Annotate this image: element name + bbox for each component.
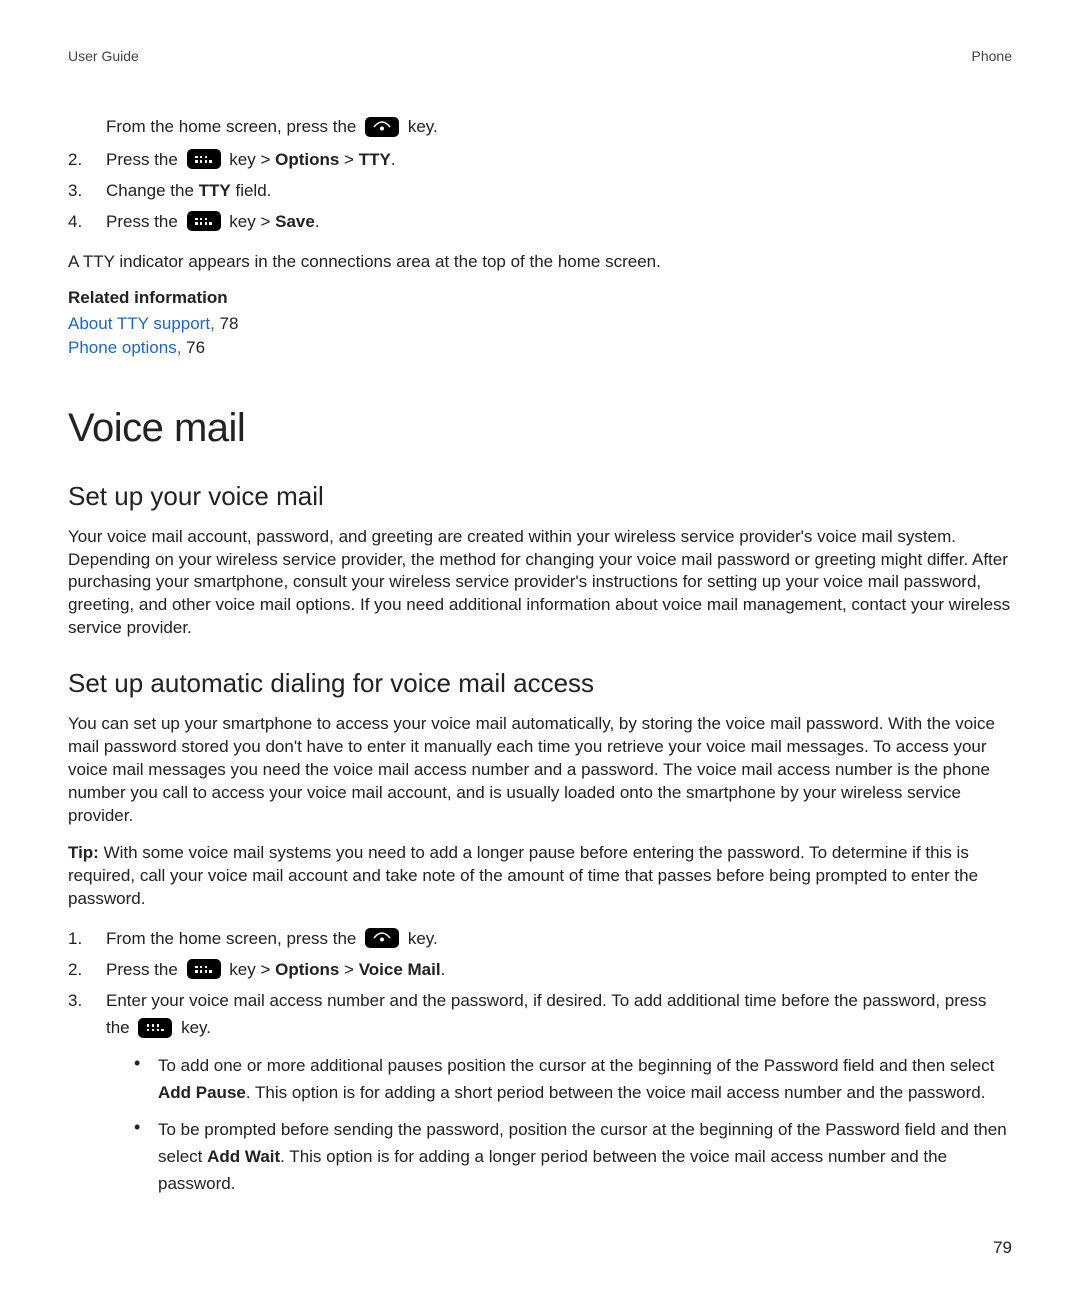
menu-key-icon <box>138 1018 172 1038</box>
auto-dial-steps: 1. From the home screen, press the key. … <box>68 925 1012 1208</box>
auto-step-2: 2. Press the key > Options > Voice Mail. <box>68 956 1012 983</box>
page-number: 79 <box>993 1238 1012 1258</box>
menu-key-icon <box>187 211 221 231</box>
tty-indicator-para: A TTY indicator appears in the connectio… <box>68 251 1012 274</box>
call-key-icon <box>365 928 399 948</box>
auto-step-3: 3. Enter your voice mail access number a… <box>68 987 1012 1207</box>
header-right: Phone <box>972 48 1012 64</box>
page-header: User Guide Phone <box>68 48 1012 64</box>
step-2: 2. Press the key > Options > TTY. <box>68 146 1012 173</box>
tty-steps: 2. Press the key > Options > TTY. 3. Cha… <box>68 146 1012 236</box>
step-4: 4. Press the key > Save. <box>68 208 1012 235</box>
link-about-tty[interactable]: About TTY support, <box>68 314 215 333</box>
related-info-heading: Related information <box>68 288 1012 308</box>
auto-step-3-bullets: To add one or more additional pauses pos… <box>106 1052 1012 1198</box>
auto-dialing-para: You can set up your smartphone to access… <box>68 713 1012 828</box>
link-phone-options[interactable]: Phone options, <box>68 338 181 357</box>
call-key-icon <box>365 117 399 137</box>
section-title-voice-mail: Voice mail <box>68 406 1012 451</box>
step-3: 3. Change the TTY field. <box>68 177 1012 204</box>
bullet-add-pause: To add one or more additional pauses pos… <box>106 1052 1012 1106</box>
continued-step: From the home screen, press the key. <box>106 114 1012 140</box>
subheading-setup-voicemail: Set up your voice mail <box>68 481 1012 512</box>
menu-key-icon <box>187 959 221 979</box>
menu-key-icon <box>187 149 221 169</box>
related-link-2: Phone options, 76 <box>68 336 1012 360</box>
bullet-add-wait: To be prompted before sending the passwo… <box>106 1116 1012 1198</box>
header-left: User Guide <box>68 48 139 64</box>
related-link-1: About TTY support, 78 <box>68 312 1012 336</box>
auto-step-1: 1. From the home screen, press the key. <box>68 925 1012 952</box>
subheading-auto-dialing: Set up automatic dialing for voice mail … <box>68 668 1012 699</box>
setup-voicemail-para: Your voice mail account, password, and g… <box>68 526 1012 641</box>
tip-paragraph: Tip: With some voice mail systems you ne… <box>68 842 1012 911</box>
